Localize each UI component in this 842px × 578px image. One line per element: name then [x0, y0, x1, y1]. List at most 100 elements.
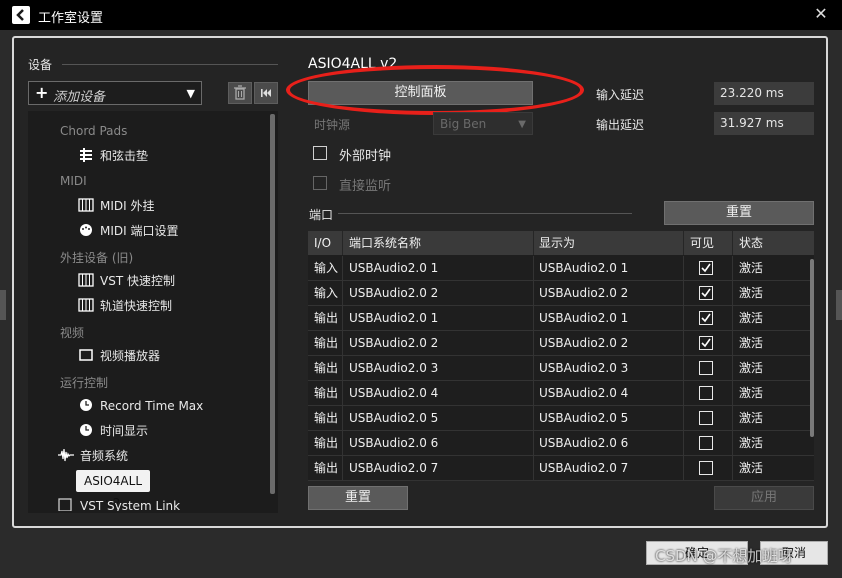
column-separator — [732, 456, 733, 481]
window-close-button[interactable]: ✕ — [812, 5, 830, 23]
column-separator — [342, 356, 343, 381]
table-row[interactable]: 输出 USBAudio2.0 4 USBAudio2.0 4 激活 — [308, 381, 814, 406]
tree-item-track-quick-controls[interactable]: 轨道快速控制 — [78, 297, 172, 315]
visible-checkbox[interactable] — [699, 411, 713, 425]
clock-source-label: 时钟源 — [314, 118, 351, 132]
tree-item-label: MIDI 端口设置 — [100, 224, 179, 238]
column-separator — [683, 281, 684, 306]
delete-device-button[interactable] — [228, 82, 252, 104]
column-separator — [533, 231, 534, 255]
cell-status: 激活 — [739, 386, 764, 400]
cell-system-name: USBAudio2.0 1 — [349, 261, 439, 275]
visible-checkbox[interactable] — [699, 361, 713, 375]
tree-item-label: VST System Link — [80, 499, 181, 511]
column-separator — [683, 256, 684, 281]
column-separator — [683, 331, 684, 356]
cell-system-name: USBAudio2.0 1 — [349, 311, 439, 325]
ports-label: 端口 — [309, 208, 334, 222]
output-latency-value: 31.927 ms — [714, 112, 814, 135]
cell-status: 激活 — [739, 261, 764, 275]
reset-top-button[interactable]: 重置 — [664, 201, 814, 225]
tree-item-vst-quick-controls[interactable]: VST 快速控制 — [78, 272, 175, 290]
cell-display-as: USBAudio2.0 1 — [539, 261, 629, 275]
tree-item-asio4all-selected[interactable]: ASIO4ALL v2 — [76, 470, 150, 510]
reset-bottom-button[interactable]: 重置 — [308, 486, 408, 510]
table-row[interactable]: 输出 USBAudio2.0 2 USBAudio2.0 2 激活 — [308, 331, 814, 356]
skip-back-icon — [261, 89, 271, 97]
cell-status: 激活 — [739, 311, 764, 325]
cell-io: 输出 — [314, 336, 339, 350]
control-panel-button[interactable]: 控制面板 — [308, 81, 533, 105]
column-separator — [683, 431, 684, 456]
tree-item-record-time-max[interactable]: Record Time Max — [78, 397, 203, 415]
direct-monitor-checkbox — [313, 176, 327, 190]
cell-io: 输出 — [314, 386, 339, 400]
column-header-system-name[interactable]: 端口系统名称 — [349, 231, 421, 255]
column-header-display-as[interactable]: 显示为 — [539, 231, 575, 255]
column-separator — [732, 406, 733, 431]
reset-device-button[interactable] — [254, 82, 278, 104]
tree-item-audio-system[interactable]: 音频系统 — [58, 447, 128, 465]
tree-scrollbar[interactable] — [270, 114, 275, 494]
table-row[interactable]: 输出 USBAudio2.0 5 USBAudio2.0 5 激活 — [308, 406, 814, 431]
external-clock-checkbox[interactable] — [313, 146, 327, 160]
cell-display-as: USBAudio2.0 7 — [539, 461, 629, 475]
apply-button: 应用 — [714, 486, 814, 510]
tree-group-midi: MIDI — [60, 174, 87, 188]
tree-item-midi-remote[interactable]: MIDI 外挂 — [78, 197, 155, 215]
divider — [338, 213, 632, 214]
cell-display-as: USBAudio2.0 2 — [539, 286, 629, 300]
column-header-visible[interactable]: 可见 — [690, 231, 714, 255]
cell-display-as: USBAudio2.0 2 — [539, 336, 629, 350]
table-row[interactable]: 输出 USBAudio2.0 6 USBAudio2.0 6 激活 — [308, 431, 814, 456]
column-header-status[interactable]: 状态 — [739, 231, 763, 255]
visible-checkbox[interactable] — [699, 461, 713, 475]
column-separator — [342, 381, 343, 406]
column-separator — [533, 331, 534, 356]
table-row[interactable]: 输出 USBAudio2.0 1 USBAudio2.0 1 激活 — [308, 306, 814, 331]
table-row[interactable]: 输入 USBAudio2.0 2 USBAudio2.0 2 激活 — [308, 281, 814, 306]
tree-item-label: 时间显示 — [100, 424, 149, 438]
cell-status: 激活 — [739, 286, 764, 300]
column-separator — [533, 356, 534, 381]
column-header-io[interactable]: I/O — [314, 231, 331, 255]
tree-item-time-display[interactable]: 时间显示 — [78, 422, 148, 440]
add-device-dropdown[interactable]: + 添加设备 ▼ — [28, 81, 202, 105]
cell-system-name: USBAudio2.0 6 — [349, 436, 439, 450]
column-separator — [732, 306, 733, 331]
tree-item-midi-port-setup[interactable]: MIDI 端口设置 — [78, 222, 179, 240]
keyboard-icon — [78, 198, 94, 212]
cell-system-name: USBAudio2.0 5 — [349, 411, 439, 425]
visible-checkbox[interactable] — [699, 336, 713, 350]
tree-item-label: Record Time Max — [100, 399, 204, 413]
column-separator — [342, 431, 343, 456]
column-separator — [342, 231, 343, 255]
cell-display-as: USBAudio2.0 4 — [539, 386, 629, 400]
column-separator — [683, 306, 684, 331]
cell-system-name: USBAudio2.0 7 — [349, 461, 439, 475]
column-separator — [683, 356, 684, 381]
tree-group-chord-pads: Chord Pads — [60, 124, 128, 138]
tree-item-vst-system-link[interactable]: VST System Link — [58, 497, 180, 511]
devices-label: 设备 — [28, 58, 53, 72]
visible-checkbox[interactable] — [699, 286, 713, 300]
visible-checkbox[interactable] — [699, 261, 713, 275]
tree-item-label: 音频系统 — [80, 449, 129, 463]
visible-checkbox[interactable] — [699, 311, 713, 325]
tree-item-chord-pads[interactable]: 和弦击垫 — [78, 147, 148, 165]
keyboard-icon — [78, 273, 94, 287]
tree-item-label: MIDI 外挂 — [100, 199, 155, 213]
visible-checkbox[interactable] — [699, 386, 713, 400]
column-separator — [533, 256, 534, 281]
cell-io: 输出 — [314, 436, 339, 450]
tree-item-video-player[interactable]: 视频播放器 — [78, 347, 160, 365]
visible-checkbox[interactable] — [699, 436, 713, 450]
table-row[interactable]: 输入 USBAudio2.0 1 USBAudio2.0 1 激活 — [308, 256, 814, 281]
column-separator — [732, 231, 733, 255]
table-row[interactable]: 输出 USBAudio2.0 7 USBAudio2.0 7 激活 — [308, 456, 814, 481]
table-row[interactable]: 输出 USBAudio2.0 3 USBAudio2.0 3 激活 — [308, 356, 814, 381]
divider — [62, 64, 278, 65]
chevron-down-icon: ▼ — [186, 87, 195, 100]
table-scrollbar[interactable] — [810, 259, 814, 437]
cubase-app-icon — [12, 6, 30, 24]
